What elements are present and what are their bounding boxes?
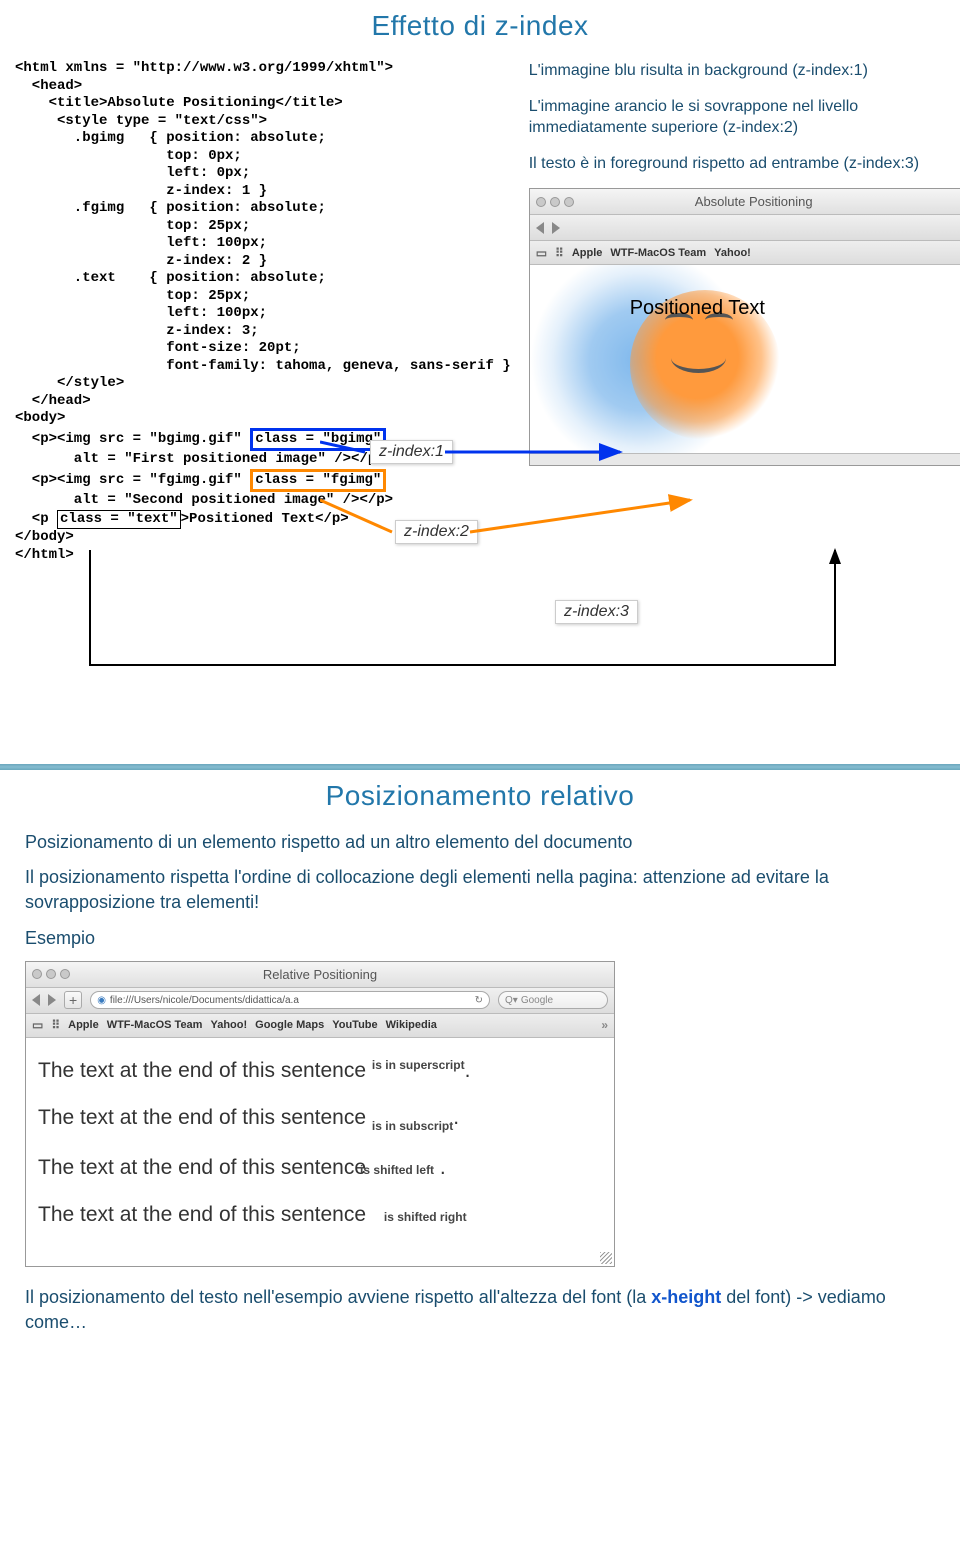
browser-body: The text at the end of this sentence is … xyxy=(26,1038,614,1266)
browser-title: Absolute Positioning xyxy=(695,194,813,209)
sentence-superscript: The text at the end of this sentence is … xyxy=(38,1056,602,1085)
grid-icon[interactable]: ⠿ xyxy=(555,246,564,260)
bookmark-item[interactable]: YouTube xyxy=(332,1019,377,1031)
resize-handle[interactable] xyxy=(600,1252,612,1264)
add-button[interactable]: + xyxy=(64,991,82,1009)
bookmark-item[interactable]: Yahoo! xyxy=(210,1019,247,1031)
book-icon[interactable]: ▭ xyxy=(32,1018,43,1032)
zindex2-label: z-index:2 xyxy=(395,520,478,544)
search-field[interactable]: Q▾Google xyxy=(498,991,608,1009)
arrow-black xyxy=(55,545,875,695)
desc-zindex1: L'immagine blu risulta in background (z-… xyxy=(529,60,960,82)
bookmark-item[interactable]: Yahoo! xyxy=(714,247,751,259)
bookmark-item[interactable]: WTF-MacOS Team xyxy=(610,247,706,259)
highlight-bgimg: class = "bgimg" xyxy=(250,428,386,452)
bookmark-item[interactable]: Wikipedia xyxy=(386,1019,437,1031)
bookmark-item[interactable]: Apple xyxy=(572,247,603,259)
esempio-label: Esempio xyxy=(25,926,935,951)
desc-zindex3: Il testo è in foreground rispetto ad ent… xyxy=(529,153,960,175)
forward-icon[interactable] xyxy=(48,994,56,1006)
slide2-line2: Il posizionamento rispetta l'ordine di c… xyxy=(25,865,935,915)
positioned-text: Positioned Text xyxy=(630,297,765,320)
code-listing: <html xmlns = "http://www.w3.org/1999/xh… xyxy=(15,60,511,564)
slide1-title: Effetto di z-index xyxy=(0,0,960,60)
slide2-footer: Il posizionamento del testo nell'esempio… xyxy=(25,1285,935,1335)
traffic-light-icons xyxy=(536,197,574,207)
zindex1-label: z-index:1 xyxy=(370,440,453,464)
desc-zindex2: L'immagine arancio le si sovrappone nel … xyxy=(529,96,960,139)
browser-relative-positioning: Relative Positioning + ◉file:///Users/ni… xyxy=(25,961,615,1267)
xheight-term: x-height xyxy=(651,1287,721,1307)
highlight-fgimg: class = "fgimg" xyxy=(250,469,386,493)
bookmark-item[interactable]: WTF-MacOS Team xyxy=(107,1019,203,1031)
sentence-shifted-right: The text at the end of this sentence is … xyxy=(38,1200,602,1229)
slide2-line1: Posizionamento di un elemento rispetto a… xyxy=(25,830,935,855)
back-icon[interactable] xyxy=(536,222,544,234)
traffic-light-icons xyxy=(32,969,70,979)
bookmark-item[interactable]: Google Maps xyxy=(255,1019,324,1031)
sentence-subscript: The text at the end of this sentence is … xyxy=(38,1103,602,1135)
slide2-title: Posizionamento relativo xyxy=(0,770,960,830)
sentence-shifted-left: The text at the end of this sentenceis s… xyxy=(38,1153,602,1182)
url-field[interactable]: ◉file:///Users/nicole/Documents/didattic… xyxy=(90,991,490,1009)
grid-icon[interactable]: ⠿ xyxy=(51,1018,60,1032)
browser-absolute-positioning: Absolute Positioning » ▭ ⠿ Apple WTF-Mac… xyxy=(529,188,960,466)
browser-title: Relative Positioning xyxy=(263,967,377,982)
highlight-text: class = "text" xyxy=(57,510,181,530)
scrollbar-horizontal[interactable] xyxy=(530,453,960,465)
chevron-icon: » xyxy=(601,1018,608,1032)
bookmark-item[interactable]: Apple xyxy=(68,1019,99,1031)
zindex3-label: z-index:3 xyxy=(555,600,638,624)
back-icon[interactable] xyxy=(32,994,40,1006)
forward-icon[interactable] xyxy=(552,222,560,234)
book-icon[interactable]: ▭ xyxy=(536,246,547,260)
